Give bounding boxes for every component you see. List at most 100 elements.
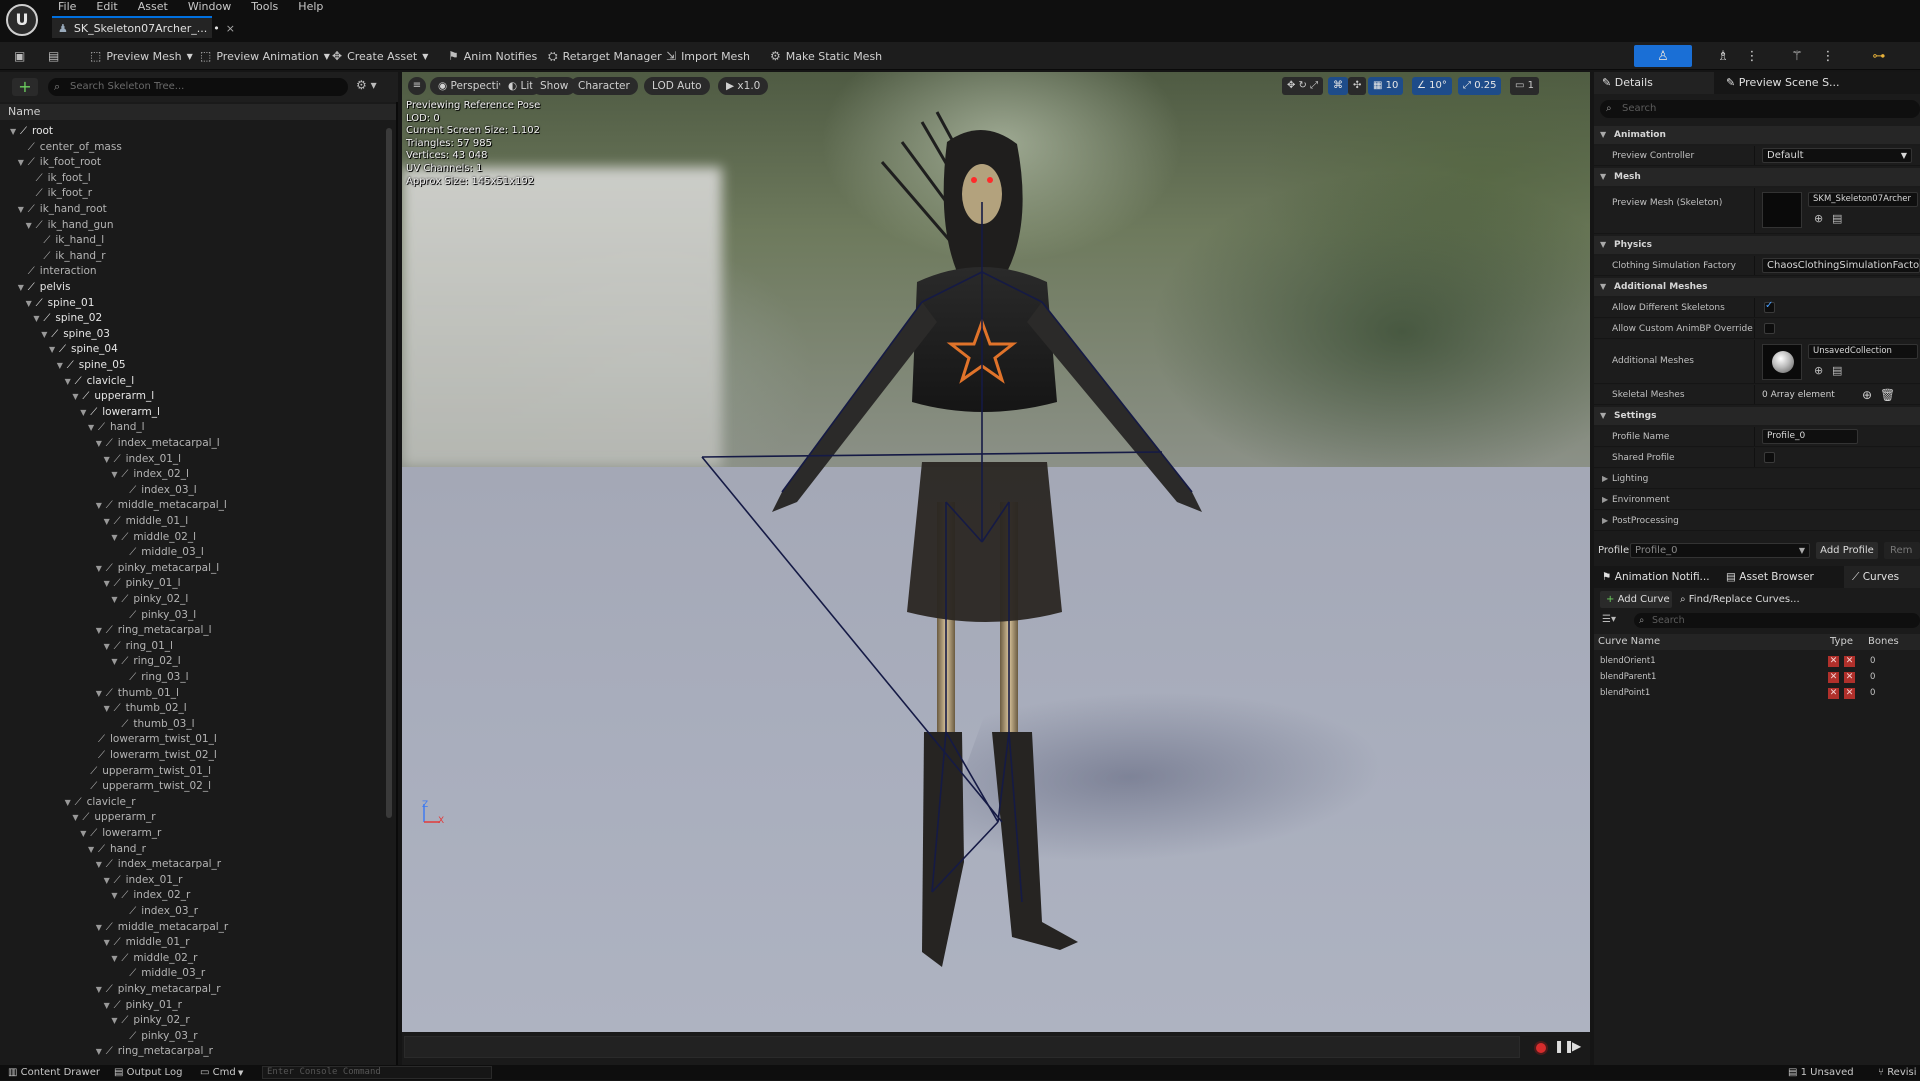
- browse-button[interactable]: ▤: [44, 46, 63, 66]
- bone-row-index-03-l[interactable]: ⟋ index_03_l: [0, 483, 386, 498]
- bone-row-lowerarm-twist-02-l[interactable]: ⟋ lowerarm_twist_02_l: [0, 748, 386, 763]
- unsaved-button[interactable]: ▤ 1 Unsaved: [1788, 1065, 1854, 1080]
- bone-row-pinky-metacarpal-l[interactable]: ▼ ⟋ pinky_metacarpal_l: [0, 561, 386, 576]
- bone-row-clavicle-r[interactable]: ▼ ⟋ clavicle_r: [0, 795, 386, 810]
- expand-arrow-icon[interactable]: ▼: [104, 639, 112, 654]
- more-options-icon[interactable]: ⋮: [1822, 45, 1835, 67]
- bone-row-middle-02-r[interactable]: ▼ ⟋ middle_02_r: [0, 951, 386, 966]
- tab-details[interactable]: ✎ Details: [1594, 72, 1714, 94]
- curve-name-column-header[interactable]: Curve Name: [1598, 634, 1660, 650]
- expand-arrow-icon[interactable]: ▼: [26, 296, 34, 311]
- bone-row-middle-metacarpal-r[interactable]: ▼ ⟋ middle_metacarpal_r: [0, 920, 386, 935]
- bone-row-pinky-02-l[interactable]: ▼ ⟋ pinky_02_l: [0, 592, 386, 607]
- play-rate-button[interactable]: ▶ x1.0: [718, 77, 769, 95]
- curve-row[interactable]: blendOrient1 ✕ ✕ 0: [1594, 654, 1920, 669]
- expand-arrow-icon[interactable]: ▼: [65, 374, 73, 389]
- expand-arrow-icon[interactable]: ▼: [96, 436, 104, 451]
- transform-tools[interactable]: ✥ ↻ ⤢: [1282, 77, 1324, 95]
- expand-arrow-icon[interactable]: ▼: [18, 155, 26, 170]
- lod-button[interactable]: LOD Auto: [644, 77, 710, 95]
- expand-arrow-icon[interactable]: ▼: [96, 623, 104, 638]
- filter-icon[interactable]: ☰▾: [1602, 614, 1616, 625]
- expand-arrow-icon[interactable]: ▼: [41, 327, 49, 342]
- skeleton-tree-search-input[interactable]: ⌕ Search Skeleton Tree...: [48, 78, 348, 96]
- category-animation[interactable]: ▼ Animation: [1594, 126, 1920, 144]
- category-settings[interactable]: ▼ Settings: [1594, 407, 1920, 425]
- preview-mesh-thumbnail[interactable]: [1762, 192, 1802, 228]
- bone-row-pinky-01-l[interactable]: ▼ ⟋ pinky_01_l: [0, 576, 386, 591]
- bone-row-root[interactable]: ▼ ⟋ root: [0, 124, 386, 139]
- bone-row-upperarm-twist-02-l[interactable]: ⟋ upperarm_twist_02_l: [0, 779, 386, 794]
- expand-arrow-icon[interactable]: ▼: [49, 342, 57, 357]
- timeline-scrubber[interactable]: [404, 1036, 1520, 1058]
- mesh-mode-button[interactable]: ♗: [1712, 45, 1734, 67]
- record-button[interactable]: [1534, 1041, 1548, 1055]
- bone-row-lowerarm-l[interactable]: ▼ ⟋ lowerarm_l: [0, 405, 386, 420]
- expand-arrow-icon[interactable]: ▼: [65, 795, 73, 810]
- bone-row-middle-03-l[interactable]: ⟋ middle_03_l: [0, 545, 386, 560]
- morph-target-type-icon[interactable]: ✕: [1828, 688, 1839, 699]
- close-tab-icon[interactable]: ×: [226, 22, 241, 35]
- bone-row-thumb-01-l[interactable]: ▼ ⟋ thumb_01_l: [0, 686, 386, 701]
- bone-row-spine-05[interactable]: ▼ ⟋ spine_05: [0, 358, 386, 373]
- unreal-logo-icon[interactable]: U: [6, 4, 38, 36]
- expand-arrow-icon[interactable]: ▼: [96, 1044, 104, 1059]
- morph-target-type-icon[interactable]: ✕: [1828, 656, 1839, 667]
- expand-arrow-icon[interactable]: ▼: [111, 592, 119, 607]
- expand-arrow-icon[interactable]: ▼: [96, 982, 104, 997]
- skeleton-tree-scrollbar[interactable]: [386, 128, 392, 818]
- menu-window[interactable]: Window: [178, 0, 241, 14]
- browse-asset-icon[interactable]: ▤: [1832, 364, 1842, 377]
- expand-arrow-icon[interactable]: ▼: [96, 686, 104, 701]
- bone-row-pinky-01-r[interactable]: ▼ ⟋ pinky_01_r: [0, 998, 386, 1013]
- blueprint-mode-button[interactable]: ⊶: [1866, 45, 1892, 67]
- local-space-button[interactable]: ⌘: [1328, 77, 1348, 95]
- bone-row-ik-hand-root[interactable]: ▼ ⟋ ik_hand_root: [0, 202, 386, 217]
- bones-column-header[interactable]: Bones: [1868, 634, 1899, 650]
- expand-arrow-icon[interactable]: ▼: [18, 280, 26, 295]
- add-profile-button[interactable]: Add Profile: [1816, 542, 1878, 559]
- bone-row-thumb-02-l[interactable]: ▼ ⟋ thumb_02_l: [0, 701, 386, 716]
- bone-row-hand-r[interactable]: ▼ ⟋ hand_r: [0, 842, 386, 857]
- trash-icon[interactable]: 🗑: [1880, 388, 1895, 402]
- additional-meshes-thumbnail[interactable]: [1762, 344, 1802, 380]
- bone-row-index-01-r[interactable]: ▼ ⟋ index_01_r: [0, 873, 386, 888]
- subcategory-lighting[interactable]: ▶ Lighting: [1594, 469, 1920, 489]
- expand-arrow-icon[interactable]: ▼: [33, 311, 41, 326]
- tab-animation-notifies[interactable]: ⚑ Animation Notifi...: [1594, 566, 1718, 588]
- bone-row-index-03-r[interactable]: ⟋ index_03_r: [0, 904, 386, 919]
- profile-dropdown[interactable]: Profile_0 ▼: [1630, 543, 1810, 558]
- expand-arrow-icon[interactable]: ▼: [26, 218, 34, 233]
- expand-arrow-icon[interactable]: ▼: [80, 826, 88, 841]
- material-type-icon[interactable]: ✕: [1844, 688, 1855, 699]
- profile-name-input[interactable]: Profile_0: [1762, 429, 1858, 444]
- bone-row-pinky-03-l[interactable]: ⟋ pinky_03_l: [0, 608, 386, 623]
- retarget-manager-button[interactable]: ⛭ Retarget Manager: [544, 46, 666, 66]
- expand-arrow-icon[interactable]: ▼: [57, 358, 65, 373]
- menu-asset[interactable]: Asset: [128, 0, 178, 14]
- expand-arrow-icon[interactable]: ▼: [111, 530, 119, 545]
- character-button[interactable]: Character: [570, 77, 638, 95]
- revision-control-button[interactable]: ⑂ Revisi: [1878, 1065, 1917, 1080]
- expand-arrow-icon[interactable]: ▼: [111, 951, 119, 966]
- bone-row-ring-03-l[interactable]: ⟋ ring_03_l: [0, 670, 386, 685]
- bone-row-upperarm-r[interactable]: ▼ ⟋ upperarm_r: [0, 810, 386, 825]
- preview-controller-dropdown[interactable]: Default ▼: [1762, 148, 1912, 163]
- menu-edit[interactable]: Edit: [86, 0, 127, 14]
- remove-profile-button[interactable]: Rem: [1884, 542, 1920, 559]
- additional-meshes-dropdown[interactable]: UnsavedCollection: [1808, 344, 1918, 359]
- bone-row-ik-hand-l[interactable]: ⟋ ik_hand_l: [0, 233, 386, 248]
- rotation-snap-button[interactable]: ∠ 10°: [1412, 77, 1452, 95]
- viewport-menu-button[interactable]: ≡: [408, 77, 426, 95]
- subcategory-environment[interactable]: ▶ Environment: [1594, 490, 1920, 510]
- more-options-icon[interactable]: ⋮: [1746, 45, 1759, 67]
- expand-arrow-icon[interactable]: ▼: [96, 920, 104, 935]
- category-additional-meshes[interactable]: ▼ Additional Meshes: [1594, 278, 1920, 296]
- bone-row-ring-metacarpal-r[interactable]: ▼ ⟋ ring_metacarpal_r: [0, 1044, 386, 1059]
- expand-arrow-icon[interactable]: ▼: [111, 888, 119, 903]
- import-mesh-button[interactable]: ⇲ Import Mesh: [662, 46, 754, 66]
- bone-row-index-metacarpal-r[interactable]: ▼ ⟋ index_metacarpal_r: [0, 857, 386, 872]
- animation-mode-button[interactable]: ⚚: [1786, 45, 1808, 67]
- bone-row-lowerarm-twist-01-l[interactable]: ⟋ lowerarm_twist_01_l: [0, 732, 386, 747]
- expand-arrow-icon[interactable]: ▼: [72, 389, 80, 404]
